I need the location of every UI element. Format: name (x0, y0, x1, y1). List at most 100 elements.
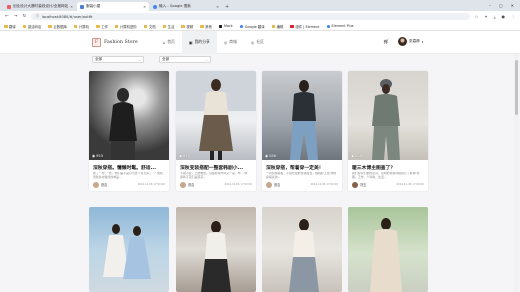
chevron-down-icon: ⌄ (138, 57, 141, 62)
user-menu[interactable]: 张嘉卿 ▾ (398, 37, 423, 46)
folder-icon (4, 24, 8, 28)
bookmark-item[interactable]: 计算机进阶 (114, 24, 137, 29)
image-icon: ▣ (188, 39, 193, 45)
reload-icon[interactable]: ↻ (23, 14, 27, 19)
bookmark-item[interactable]: 翻译 (4, 24, 16, 29)
bookmark-item[interactable]: 文档 (143, 24, 156, 29)
bookmark-label: 视频 (186, 24, 194, 29)
cart-icon[interactable]: 🛒︎ (383, 39, 389, 45)
author-name: 张嘉 (101, 183, 108, 188)
eye-icon: ◉ (179, 154, 183, 158)
card-title: 暖三木博主图鉴了？ (352, 166, 396, 171)
figure-silhouette (290, 80, 318, 160)
bookmark-label: 云数据库 (53, 24, 67, 29)
bookmark-item[interactable]: 计算机 (73, 24, 90, 29)
profile-icon[interactable]: ● (502, 14, 506, 19)
bookmark-label: 文档 (148, 24, 156, 29)
main-nav: ⌂ 首页 ▣ 我的分享 ◎ 商城 ◎ 社区 (156, 30, 271, 54)
shop-icon: ◎ (223, 39, 228, 45)
close-tab-icon[interactable]: ✕ (143, 5, 146, 9)
card-footer: 刘玉 2024-12-06 17:00:00 (348, 180, 428, 191)
filter-select-2[interactable]: 全部 ⌄ (159, 56, 211, 63)
view-count-value: 586 (269, 154, 276, 158)
outfit-card[interactable] (176, 207, 256, 292)
close-tab-icon[interactable]: ✕ (70, 5, 73, 9)
bookmark-item[interactable]: 工作 (96, 24, 108, 29)
new-tab-icon[interactable]: + (225, 4, 229, 10)
brand-logo[interactable]: F (92, 37, 101, 47)
select-value: 全部 (95, 57, 103, 61)
filter-select-1[interactable]: 全部 ⌄ (92, 56, 144, 63)
eye-icon: ◉ (265, 154, 269, 158)
outfit-card[interactable] (348, 207, 428, 292)
bookmark-item[interactable]: Mock (218, 24, 233, 28)
figure-silhouette (176, 71, 256, 160)
browser-tab-strip: 创业设计大赛时装线设计/全报网站 ✕ 服装小屋 ✕ 输入 - Google 搜索… (0, 0, 520, 11)
brand-name[interactable]: Fashion Store (104, 40, 138, 45)
user-name: 张嘉卿 (409, 39, 420, 43)
browser-tab-3[interactable]: 输入 - Google 搜索 ✕ (150, 2, 222, 11)
bookmark-item[interactable]: 云数据库 (48, 24, 67, 29)
bookmark-label: 激活码店 (27, 24, 42, 29)
bookmark-item[interactable]: 生活 (162, 24, 175, 29)
url-field[interactable]: ⓘ localhost:8080/#/user/outfit (31, 13, 470, 20)
menu-icon[interactable]: ⋮ (511, 14, 515, 19)
outfit-photo: ◉ 910 (176, 71, 256, 160)
bookmark-label: 生活 (167, 24, 175, 29)
bookmark-item[interactable]: Google 翻译 (239, 24, 265, 29)
extensions-icon[interactable]: ✦ (484, 14, 487, 19)
bookmark-item[interactable]: 编辑 (271, 24, 283, 29)
nav-label: 我的分享 (194, 39, 210, 44)
author-name: 张嘉 (274, 183, 281, 188)
favicon-icon (7, 4, 11, 9)
maximize-icon[interactable]: ▢ (499, 3, 503, 8)
outfit-card[interactable]: ◉ 910 深秋变装搭配一整套韩剧小... 不锐不贵，已透明性。包括棉穿才叫又一来… (176, 71, 256, 191)
nav-community[interactable]: ◎ 社区 (244, 31, 271, 54)
minimize-icon[interactable]: – (489, 3, 491, 8)
forward-icon[interactable]: → (14, 14, 18, 19)
nav-label: 商城 (229, 39, 237, 44)
bookmark-label: 工作 (101, 24, 108, 29)
outfit-card[interactable]: ◉ 525 暖三木博主图鉴了？ 我们穿家们都的全身，双时的穿搭风格展示了各种 衣服… (348, 71, 428, 191)
app-header: F Fashion Store ⌂ 首页 ▣ 我的分享 ◎ 商城 ◎ 社区 🛒︎… (0, 30, 520, 54)
browser-tab-2[interactable]: 服装小屋 ✕ (77, 2, 149, 11)
nav-label: 社区 (256, 39, 264, 44)
nav-my-share[interactable]: ▣ 我的分享 (181, 30, 217, 54)
star-icon[interactable]: ☆ (475, 14, 479, 19)
outfit-card[interactable]: ◉ 953 深秋穿搭。慵懒时髦。舒适... 我了一句："哇，你们是不是以为这个冬天… (89, 71, 169, 191)
google-translate-icon (239, 24, 244, 28)
scrollbar-thumb[interactable] (515, 60, 518, 115)
card-title: 深秋变装搭配一整套韩剧小... (180, 166, 244, 171)
card-description: 不锐不贵，已透明性。包括棉穿才叫又一来，毕... 你，穿着不花们是漂亮~ (180, 172, 251, 179)
outfit-photo: ◉ 525 (348, 71, 428, 160)
folder-icon (162, 24, 167, 28)
post-date: 2024-12-06 17:00:00 (224, 183, 252, 187)
bookmark-item[interactable]: 视频 (181, 24, 193, 29)
nav-home[interactable]: ⌂ 首页 (156, 31, 182, 54)
bookmark-label: 计算机 (78, 24, 90, 29)
outfit-card[interactable] (262, 207, 342, 292)
bookmark-item[interactable]: 其他 (200, 24, 212, 29)
folder-icon (48, 24, 52, 28)
view-count-value: 910 (183, 154, 190, 158)
favicon-icon (153, 4, 157, 9)
site-info-icon[interactable]: ⓘ (35, 14, 39, 19)
download-icon[interactable]: ⤓ (494, 14, 496, 19)
browser-tab-title: 输入 - Google 搜索 (159, 4, 191, 8)
element-plus-icon (326, 24, 330, 28)
outfit-photo (103, 224, 151, 279)
bookmark-label: Mock (223, 24, 233, 28)
view-count: ◉ 525 (351, 154, 362, 158)
close-tab-icon[interactable]: ✕ (216, 5, 219, 9)
bookmark-item[interactable]: 组件 | Element (290, 24, 320, 29)
outfit-card[interactable]: ◉ 586 深秋穿搭，帮着穿一定美！ 一周穿搭模板，不我仕银的穿搭组合，挑挑标上给… (262, 71, 342, 191)
bookmark-item[interactable]: 激活码店 (22, 24, 42, 29)
community-icon: ◎ (250, 39, 255, 45)
bookmark-item[interactable]: Element Plus (326, 24, 354, 28)
outfit-card[interactable] (89, 207, 169, 292)
nav-shop[interactable]: ◎ 商城 (217, 31, 244, 54)
window-close-icon[interactable]: ✕ (511, 3, 514, 8)
back-icon[interactable]: ← (5, 14, 9, 19)
browser-tab-1[interactable]: 创业设计大赛时装线设计/全报网站 ✕ (4, 2, 76, 11)
author-avatar (93, 181, 99, 188)
